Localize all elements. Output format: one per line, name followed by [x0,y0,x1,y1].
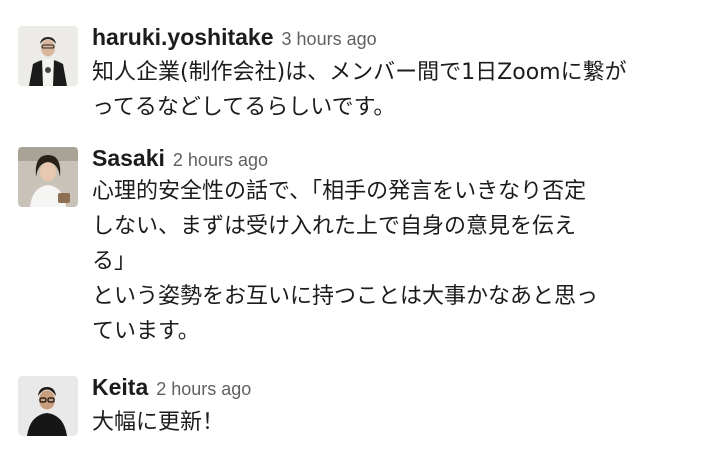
message-line: る」 [92,249,137,274]
timestamp[interactable]: 2 hours ago [173,150,268,170]
avatar[interactable] [18,26,78,86]
author-name[interactable]: haruki.yoshitake [92,24,274,50]
message-text: 心理的安全性の話で、「相手の発言をいきなり否定 しない、まずは受け入れた上で自身… [92,174,692,349]
message-line: 知人企業(制作会社)は、メンバー間で1日Zoomに繋が [92,60,627,85]
person-avatar-icon [18,376,78,436]
person-avatar-icon [18,26,78,86]
timestamp[interactable]: 2 hours ago [156,379,251,399]
author-name[interactable]: Keita [92,374,148,400]
message-line: しない、まずは受け入れた上で自身の意見を伝え [92,214,577,239]
author-name[interactable]: Sasaki [92,145,165,171]
avatar[interactable] [18,376,78,436]
timestamp[interactable]: 3 hours ago [282,29,377,49]
message-text: 知人企業(制作会社)は、メンバー間で1日Zoomに繋が ってるなどしてるらしいで… [92,55,692,125]
message-line: ています。 [92,319,200,344]
message-line: という姿勢をお互いに持つことは大事かなあと思っ [92,284,599,309]
message-line: 大幅に更新！ [92,410,225,435]
person-avatar-icon [18,147,78,207]
avatar[interactable] [18,147,78,207]
message-line: ってるなどしてるらしいです。 [92,95,396,120]
message-feed: haruki.yoshitake 3 hours ago 知人企業(制作会社)は、… [0,0,710,454]
message-text: 大幅に更新！ [92,405,692,440]
message-line: 心理的安全性の話で、「相手の発言をいきなり否定 [92,179,587,204]
